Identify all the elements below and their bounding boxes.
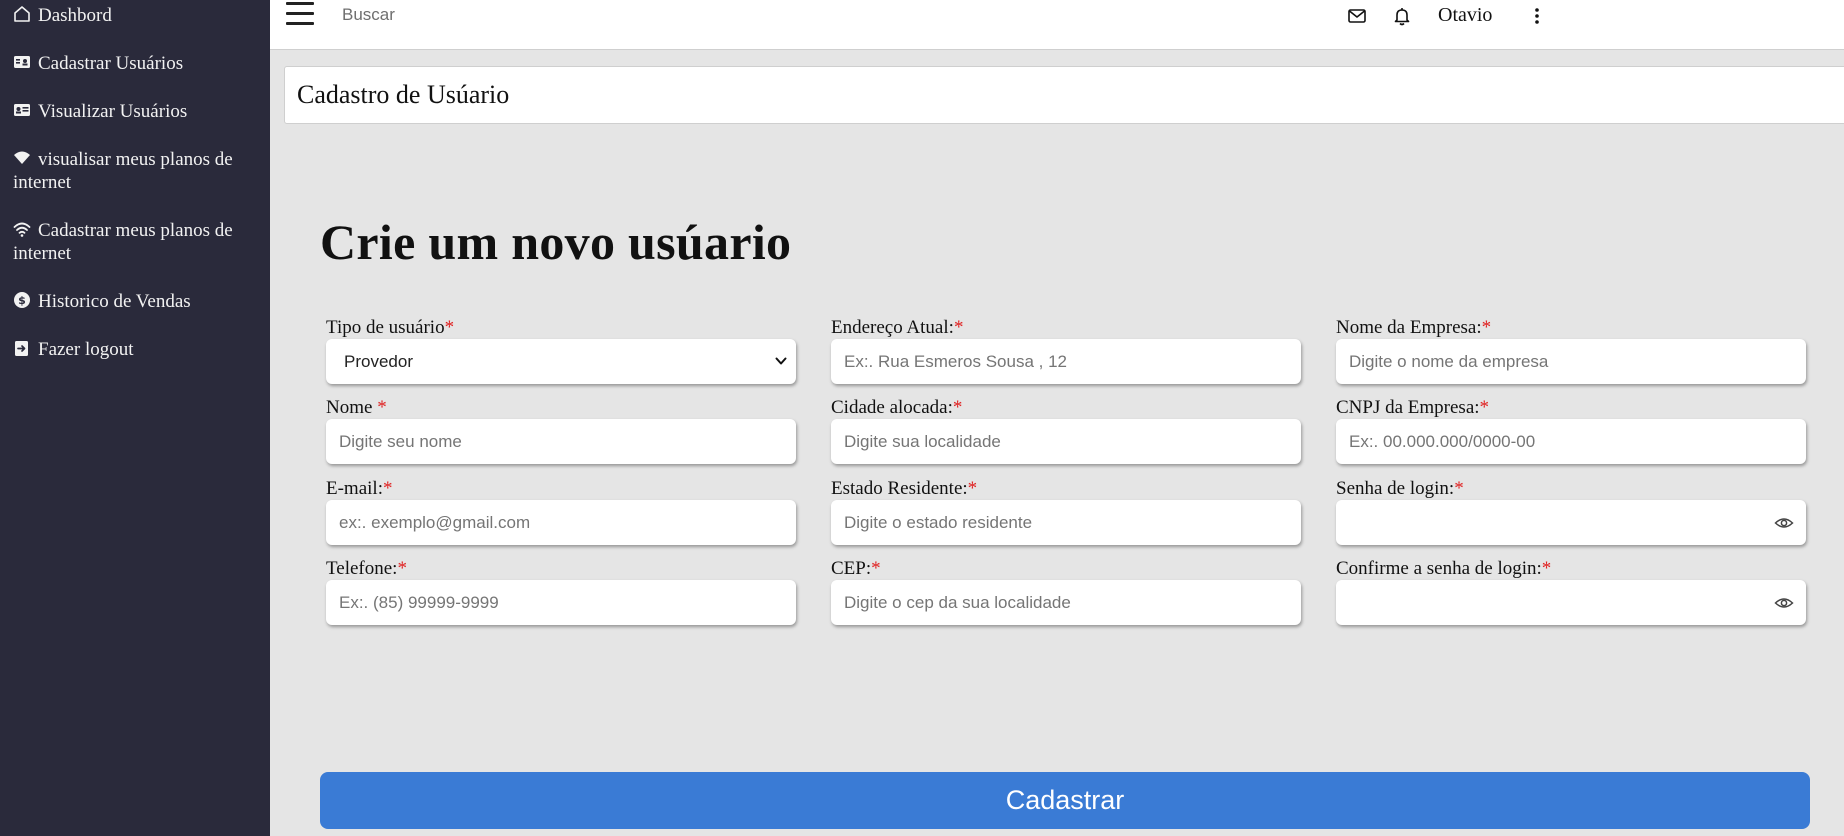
cep-field: CEP:* <box>831 557 1301 625</box>
email-input[interactable] <box>326 500 796 545</box>
name-label: Nome * <box>326 397 387 418</box>
id-card-icon <box>13 101 35 119</box>
cnpj-input[interactable] <box>1336 419 1806 464</box>
home-icon <box>13 5 35 23</box>
page-title-card: Cadastro de Usúario <box>284 66 1844 124</box>
email-field: E-mail:* <box>326 477 796 545</box>
sidebar-item-register-plans[interactable]: Cadastrar meus planos de internet <box>13 219 263 265</box>
svg-text:$: $ <box>18 294 26 307</box>
sidebar-item-dashboard[interactable]: Dashbord <box>13 4 263 27</box>
address-input[interactable] <box>831 339 1301 384</box>
cnpj-label: CNPJ da Empresa:* <box>1336 397 1490 418</box>
password-field: Senha de login:* <box>1336 477 1806 545</box>
cep-input[interactable] <box>831 580 1301 625</box>
sidebar-item-label: visualisar meus planos de internet <box>13 149 233 193</box>
eye-icon[interactable] <box>1774 513 1794 533</box>
eye-icon[interactable] <box>1774 593 1794 613</box>
wifi-icon <box>13 220 35 238</box>
menu-toggle-icon[interactable] <box>286 0 316 28</box>
user-type-value[interactable]: Provedor <box>326 339 796 384</box>
user-type-label: Tipo de usuário* <box>326 317 455 338</box>
state-label: Estado Residente:* <box>831 478 978 499</box>
name-field: Nome * <box>326 396 796 464</box>
sidebar-item-label: Fazer logout <box>38 339 134 360</box>
cep-label: CEP:* <box>831 558 881 579</box>
city-field: Cidade alocada:* <box>831 396 1301 464</box>
wifi-filled-icon <box>13 149 35 167</box>
company-name-input[interactable] <box>1336 339 1806 384</box>
company-name-label: Nome da Empresa:* <box>1336 317 1492 338</box>
page-title: Cadastro de Usúario <box>297 80 510 109</box>
password-input[interactable] <box>1336 500 1806 545</box>
id-badge-icon <box>13 53 35 71</box>
logout-icon <box>13 339 35 357</box>
more-options-icon[interactable] <box>1526 5 1548 27</box>
sidebar-item-view-plans[interactable]: visualisar meus planos de internet <box>13 148 263 194</box>
sidebar-item-label: Cadastrar meus planos de internet <box>13 220 233 264</box>
sidebar-item-label: Cadastrar Usuários <box>38 53 184 74</box>
user-type-select[interactable]: Provedor <box>326 339 796 384</box>
top-bar: Otavio <box>270 0 1844 50</box>
sidebar-item-register-users[interactable]: Cadastrar Usuários <box>13 52 263 75</box>
dollar-circle-icon: $ <box>13 291 35 309</box>
state-field: Estado Residente:* <box>831 477 1301 545</box>
password-confirm-field: Confirme a senha de login:* <box>1336 557 1806 625</box>
phone-field: Telefone:* <box>326 557 796 625</box>
user-name[interactable]: Otavio <box>1438 4 1492 27</box>
submit-button[interactable]: Cadastrar <box>320 772 1810 829</box>
name-input[interactable] <box>326 419 796 464</box>
bell-icon[interactable] <box>1391 5 1413 27</box>
address-field: Endereço Atual:* <box>831 316 1301 384</box>
state-input[interactable] <box>831 500 1301 545</box>
password-confirm-label: Confirme a senha de login:* <box>1336 558 1552 579</box>
company-name-field: Nome da Empresa:* <box>1336 316 1806 384</box>
address-label: Endereço Atual:* <box>831 317 964 338</box>
password-label: Senha de login:* <box>1336 478 1464 499</box>
sidebar-item-label: Visualizar Usuários <box>38 101 188 122</box>
form-heading: Crie um novo usúario <box>320 214 792 270</box>
city-input[interactable] <box>831 419 1301 464</box>
phone-input[interactable] <box>326 580 796 625</box>
password-confirm-input[interactable] <box>1336 580 1806 625</box>
sidebar-item-label: Dashbord <box>38 5 112 26</box>
mail-icon[interactable] <box>1346 5 1368 27</box>
sidebar-item-view-users[interactable]: Visualizar Usuários <box>13 100 263 123</box>
email-label: E-mail:* <box>326 478 393 499</box>
sidebar-item-logout[interactable]: Fazer logout <box>13 338 263 361</box>
sidebar-item-sales-history[interactable]: $ Historico de Vendas <box>13 290 263 313</box>
city-label: Cidade alocada:* <box>831 397 963 418</box>
phone-label: Telefone:* <box>326 558 407 579</box>
user-type-field: Tipo de usuário* Provedor <box>326 316 796 384</box>
search-input[interactable] <box>342 2 762 28</box>
sidebar-item-label: Historico de Vendas <box>38 291 191 312</box>
cnpj-field: CNPJ da Empresa:* <box>1336 396 1806 464</box>
sidebar: Dashbord Cadastrar Usuários Visualizar U… <box>0 0 270 836</box>
